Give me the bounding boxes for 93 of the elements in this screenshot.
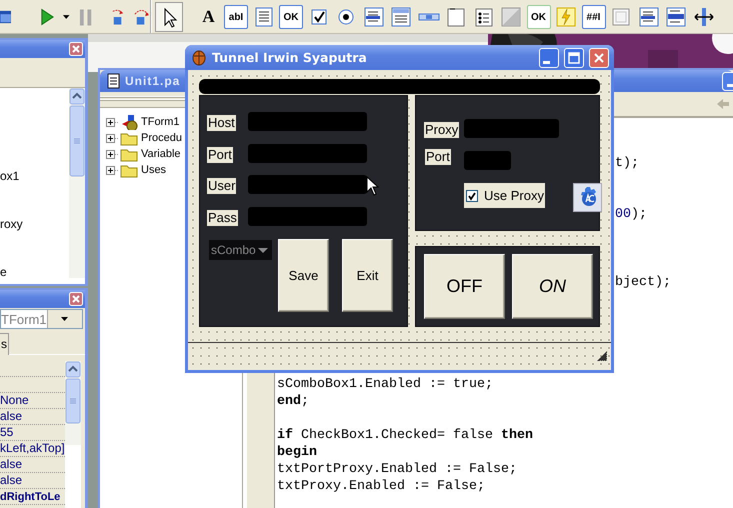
pause-icon bbox=[78, 8, 92, 26]
code-line: begin bbox=[277, 445, 317, 460]
code-line: sComboBox1.Enabled := true; bbox=[277, 377, 493, 392]
property-value: 55 bbox=[0, 425, 14, 439]
close-icon bbox=[69, 42, 83, 56]
lightning-icon bbox=[555, 6, 577, 28]
input-field[interactable] bbox=[464, 119, 559, 138]
field-label: Proxy bbox=[424, 122, 460, 138]
field-label: Port bbox=[207, 147, 233, 163]
power-button[interactable]: OFF bbox=[424, 254, 505, 319]
tree-item[interactable]: roxy bbox=[0, 216, 69, 232]
maximize-icon bbox=[568, 52, 580, 64]
expand-icon bbox=[106, 134, 119, 142]
code-line: if CheckBox1.Checked= false then bbox=[277, 428, 533, 443]
component-tool-button[interactable] bbox=[664, 5, 688, 29]
caret-icon bbox=[258, 248, 268, 252]
input-field[interactable] bbox=[248, 175, 367, 194]
code-line: bject); bbox=[615, 275, 671, 290]
expand-icon bbox=[106, 118, 119, 126]
component-tool-button[interactable] bbox=[362, 5, 386, 29]
minimize-icon bbox=[543, 60, 550, 64]
close-icon bbox=[593, 52, 605, 64]
run-icon bbox=[39, 7, 54, 27]
list-icon bbox=[362, 6, 384, 28]
field-label: Port bbox=[425, 149, 451, 165]
groupbox-icon bbox=[445, 6, 467, 28]
minimize-button[interactable] bbox=[539, 48, 559, 68]
action-button[interactable]: Exit bbox=[342, 239, 393, 312]
input-field[interactable] bbox=[464, 151, 511, 170]
window-icon bbox=[0, 9, 12, 25]
memo-icon bbox=[252, 6, 274, 28]
close-button[interactable] bbox=[589, 48, 609, 68]
beetle-icon bbox=[191, 49, 207, 66]
use-proxy-checkbox[interactable]: Use Proxy bbox=[464, 183, 545, 208]
property-value: kLeft,akTop] bbox=[0, 441, 65, 455]
tree-item[interactable]: e bbox=[0, 264, 69, 280]
inspector-tab[interactable]: s bbox=[0, 333, 9, 355]
gear-icon bbox=[573, 183, 602, 212]
caret-icon bbox=[61, 317, 68, 321]
tree-item[interactable]: Uses bbox=[141, 164, 166, 176]
panel-icon bbox=[500, 6, 522, 28]
object-select[interactable]: TForm1 bbox=[0, 309, 83, 329]
input-field[interactable] bbox=[248, 112, 367, 131]
property-value: alse bbox=[0, 409, 22, 423]
tree-item[interactable]: ox1 bbox=[0, 168, 69, 184]
input-field[interactable] bbox=[248, 207, 367, 226]
close-icon bbox=[69, 292, 83, 306]
code-line: 00); bbox=[615, 207, 647, 222]
component-tool-button[interactable] bbox=[692, 5, 716, 29]
expand-icon bbox=[106, 166, 119, 174]
component-tool-button[interactable]: abI bbox=[224, 5, 248, 29]
component-tool-button[interactable] bbox=[155, 2, 183, 32]
list-icon bbox=[665, 6, 687, 28]
component-tool-button[interactable]: ##I bbox=[582, 5, 606, 29]
component-tool-button[interactable]: OK bbox=[279, 5, 303, 29]
tree-item[interactable]: Procedu bbox=[141, 132, 182, 144]
field-label: User bbox=[207, 178, 236, 194]
window-title: Unit1.pa bbox=[125, 74, 180, 88]
component-icon bbox=[120, 114, 138, 130]
field-label: Host bbox=[207, 115, 236, 131]
window-title: Tunnel Irwin Syaputra bbox=[212, 50, 367, 65]
list-icon bbox=[390, 6, 412, 28]
code-line: t); bbox=[615, 156, 639, 171]
cursor-icon bbox=[366, 176, 379, 196]
tree-item[interactable]: Variable bbox=[141, 148, 181, 160]
tree-item[interactable]: TForm1 bbox=[141, 116, 180, 128]
code-line: end; bbox=[277, 394, 309, 409]
bevel-icon bbox=[610, 6, 632, 28]
document-icon bbox=[107, 73, 120, 89]
size-grip-icon bbox=[596, 350, 608, 362]
property-value: None bbox=[0, 393, 29, 407]
property-value: alse bbox=[0, 457, 22, 471]
radio-list-icon bbox=[472, 6, 494, 28]
code-line: txtPortProxy.Enabled := False; bbox=[277, 462, 517, 477]
code-line: txtProxy.Enabled := False; bbox=[277, 479, 485, 494]
component-tool-button[interactable] bbox=[636, 5, 660, 29]
expand-icon bbox=[106, 150, 119, 158]
list-icon bbox=[638, 6, 660, 28]
action-button[interactable]: Save bbox=[278, 239, 329, 312]
field-label: Pass bbox=[207, 210, 238, 226]
power-button[interactable]: ON bbox=[512, 254, 593, 319]
component-tool-button[interactable]: A bbox=[196, 5, 220, 29]
input-field[interactable] bbox=[248, 144, 367, 163]
component-tool-button[interactable]: OK bbox=[526, 5, 550, 29]
property-value: dRightToLe bbox=[0, 491, 60, 503]
step-over-icon bbox=[133, 8, 150, 26]
component-tool-button[interactable] bbox=[389, 5, 413, 29]
splitter-icon bbox=[692, 6, 714, 28]
combo-box[interactable]: sCombo bbox=[209, 240, 272, 260]
maximize-button[interactable] bbox=[564, 48, 584, 68]
caret-icon bbox=[62, 14, 71, 20]
property-value: alse bbox=[0, 473, 22, 487]
step-into-icon bbox=[110, 8, 126, 26]
